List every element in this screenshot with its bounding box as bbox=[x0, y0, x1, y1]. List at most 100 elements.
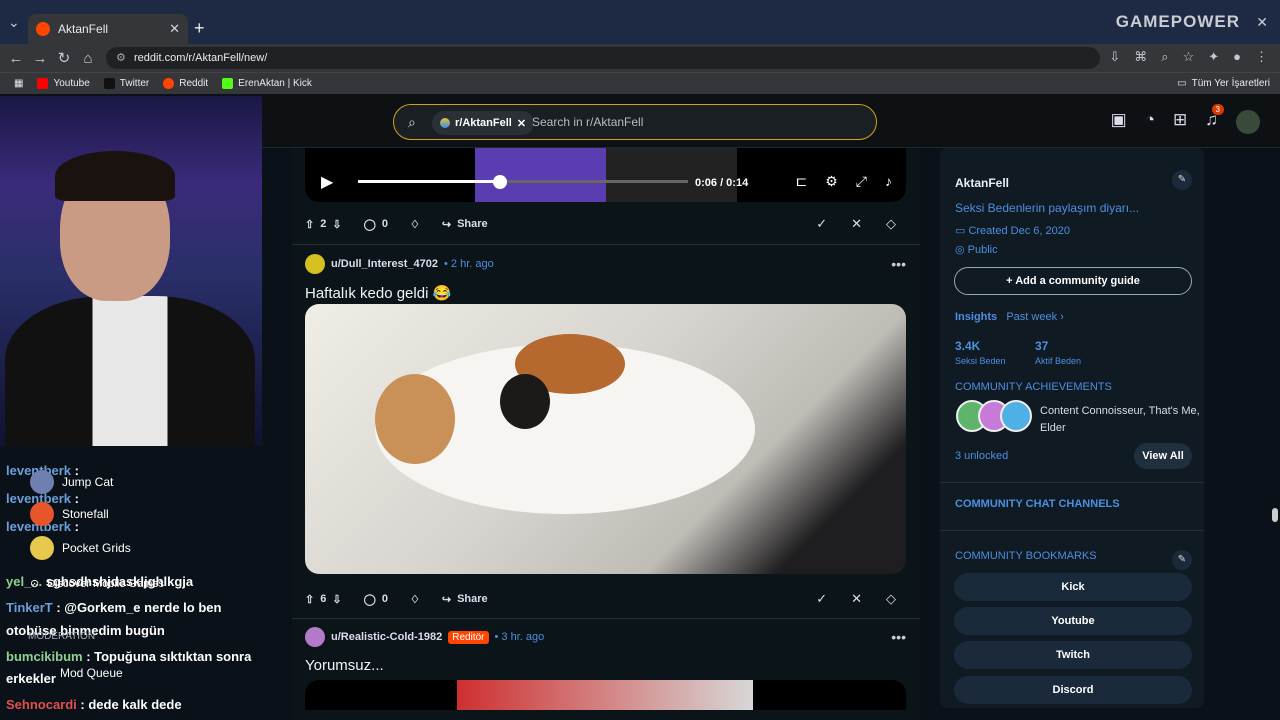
comments-button[interactable]: ◯ 0 bbox=[364, 218, 388, 231]
chat-channels-title[interactable]: COMMUNITY CHAT CHANNELS bbox=[955, 498, 1120, 510]
notifications-icon[interactable]: ♫ 3 bbox=[1205, 104, 1224, 134]
downvote-icon[interactable]: ⇩ bbox=[332, 593, 341, 606]
chip-close-icon[interactable]: ✕ bbox=[517, 117, 526, 130]
share-button[interactable]: ↪ Share bbox=[442, 593, 488, 606]
user-avatar[interactable] bbox=[305, 627, 325, 647]
url-field[interactable]: ⚙ reddit.com/r/AktanFell/new/ bbox=[106, 47, 1100, 69]
bookmark-star-icon[interactable]: ☆ bbox=[1183, 49, 1195, 65]
game-item-pocket-grids[interactable]: Pocket Grids bbox=[30, 536, 131, 560]
post-author[interactable]: u/Dull_Interest_4702 bbox=[331, 258, 438, 270]
forward-icon[interactable]: → bbox=[28, 50, 52, 67]
bookmark-reddit[interactable]: Reddit bbox=[163, 78, 208, 89]
members-label: Seksi Beden bbox=[955, 356, 1006, 366]
bookmark-youtube[interactable]: Youtube bbox=[37, 78, 90, 89]
edit-bookmarks-icon[interactable]: ✎ bbox=[1172, 550, 1192, 570]
reddit-favicon-icon bbox=[36, 22, 50, 36]
remove-icon[interactable]: ✕ bbox=[851, 216, 862, 232]
achievement-badges[interactable] bbox=[956, 400, 1036, 434]
post-3[interactable]: u/Realistic-Cold-1982 Reditör • 3 hr. ag… bbox=[305, 627, 906, 710]
bookmark-discord[interactable]: Discord bbox=[954, 676, 1192, 704]
bookmark-twitch[interactable]: Twitch bbox=[954, 641, 1192, 669]
bookmark-kick[interactable]: Kick bbox=[954, 573, 1192, 601]
post-age: • 2 hr. ago bbox=[444, 258, 494, 270]
tab-aktanfell[interactable]: AktanFell ✕ bbox=[28, 14, 188, 44]
fullscreen-icon[interactable]: ⤢ bbox=[856, 173, 867, 190]
post-title[interactable]: Haftalık kedo geldi 😂 bbox=[305, 284, 906, 302]
add-guide-button[interactable]: + Add a community guide bbox=[954, 267, 1192, 295]
menu-icon[interactable]: ⋮ bbox=[1255, 49, 1268, 65]
translate-icon[interactable]: ⌘ bbox=[1134, 49, 1147, 65]
award-button[interactable]: ♢ bbox=[410, 218, 420, 231]
install-icon[interactable]: ⇩ bbox=[1109, 49, 1120, 65]
mod-queue-item[interactable]: Mod Queue bbox=[60, 666, 123, 680]
search-input[interactable]: Search in r/AktanFell bbox=[532, 115, 643, 129]
award-icon: ♢ bbox=[410, 593, 420, 606]
game-item-stonefall[interactable]: Stonefall bbox=[30, 502, 109, 526]
site-info-icon[interactable]: ⚙ bbox=[116, 47, 126, 69]
settings-icon[interactable]: ⚙ bbox=[825, 173, 838, 190]
advertise-icon[interactable]: ▣ bbox=[1111, 110, 1127, 134]
approve-icon[interactable]: ✓ bbox=[816, 216, 827, 232]
page-scrollbar[interactable] bbox=[1272, 508, 1278, 522]
post-title[interactable]: Yorumsuz... bbox=[305, 657, 906, 674]
youtube-icon bbox=[37, 78, 49, 89]
search-icon: ⌕ bbox=[408, 114, 416, 130]
divider bbox=[292, 244, 920, 245]
share-button[interactable]: ↪ Share bbox=[442, 218, 488, 231]
extensions-icon[interactable]: ✦ bbox=[1208, 49, 1219, 65]
home-icon[interactable]: ⌂ bbox=[76, 50, 100, 67]
post-author[interactable]: u/Realistic-Cold-1982 bbox=[331, 631, 442, 643]
new-tab-button[interactable]: + bbox=[194, 18, 205, 39]
upvote-icon[interactable]: ⇧ bbox=[305, 218, 314, 231]
award-icon: ♢ bbox=[410, 218, 420, 231]
achievements-title: COMMUNITY ACHIEVEMENTS bbox=[955, 381, 1112, 393]
community-name: AktanFell bbox=[955, 176, 1010, 190]
video-progress-handle[interactable] bbox=[492, 175, 507, 189]
cat-image[interactable] bbox=[305, 304, 906, 574]
profile-icon[interactable]: ● bbox=[1233, 49, 1241, 65]
user-avatar[interactable] bbox=[305, 254, 325, 274]
webcam-shirt bbox=[5, 296, 255, 446]
period-selector[interactable]: Past week › bbox=[1006, 311, 1063, 323]
close-tab-icon[interactable]: ✕ bbox=[169, 21, 180, 37]
discover-games[interactable]: ⊙ Discover Mobile Games bbox=[30, 577, 164, 591]
post-1-actions: ⇧ 2 ⇩ ◯ 0 ♢ ↪ Share ✓ ✕ ◇ bbox=[305, 209, 906, 239]
more-options-icon[interactable]: ••• bbox=[891, 629, 906, 645]
subreddit-chip[interactable]: r/AktanFell ✕ bbox=[432, 111, 535, 135]
remove-icon[interactable]: ✕ bbox=[851, 591, 862, 607]
shield-icon[interactable]: ◇ bbox=[886, 591, 896, 607]
volume-icon[interactable]: ♪ bbox=[885, 173, 892, 190]
award-button[interactable]: ♢ bbox=[410, 593, 420, 606]
create-post-icon[interactable]: ⊞ bbox=[1173, 110, 1187, 134]
window-close-icon[interactable]: ✕ bbox=[1256, 14, 1268, 31]
chat-icon[interactable]: ◔ bbox=[1145, 110, 1155, 134]
bookmark-youtube[interactable]: Youtube bbox=[954, 607, 1192, 635]
video-progress-track[interactable] bbox=[358, 180, 688, 183]
game-item-jump-cat[interactable]: Jump Cat bbox=[30, 470, 113, 494]
comments-button[interactable]: ◯ 0 bbox=[364, 593, 388, 606]
edit-icon[interactable]: ✎ bbox=[1172, 170, 1192, 190]
search-bar[interactable]: ⌕ r/AktanFell ✕ Search in r/AktanFell bbox=[393, 104, 877, 140]
user-avatar[interactable] bbox=[1236, 110, 1260, 134]
video-player[interactable]: ▶ 0:06 / 0:14 ⊏ ⚙ ⤢ ♪ bbox=[305, 148, 906, 202]
community-sidebar: AktanFell ✎ Seksi Bedenlerin paylaşım di… bbox=[940, 148, 1204, 708]
downvote-icon[interactable]: ⇩ bbox=[332, 218, 341, 231]
post-2[interactable]: u/Dull_Interest_4702 • 2 hr. ago ••• Haf… bbox=[305, 254, 906, 574]
bookmark-kick[interactable]: ErenAktan | Kick bbox=[222, 78, 312, 89]
upvote-icon[interactable]: ⇧ bbox=[305, 593, 314, 606]
back-icon[interactable]: ← bbox=[4, 50, 28, 67]
post-3-media[interactable] bbox=[305, 680, 906, 710]
apps-icon[interactable]: ▦ bbox=[14, 78, 23, 89]
approve-icon[interactable]: ✓ bbox=[816, 591, 827, 607]
shield-icon[interactable]: ◇ bbox=[886, 216, 896, 232]
play-icon[interactable]: ▶ bbox=[321, 172, 333, 192]
unlocked-count: 3 unlocked bbox=[955, 450, 1009, 462]
all-bookmarks[interactable]: ▭ Tüm Yer İşaretleri bbox=[1177, 78, 1270, 89]
zoom-icon[interactable]: ⌕ bbox=[1161, 49, 1168, 65]
reload-icon[interactable]: ↻ bbox=[52, 49, 76, 67]
tab-search-icon[interactable]: ⌄ bbox=[8, 14, 20, 31]
more-options-icon[interactable]: ••• bbox=[891, 256, 906, 272]
view-all-button[interactable]: View All bbox=[1134, 443, 1192, 469]
captions-icon[interactable]: ⊏ bbox=[796, 173, 808, 190]
bookmark-twitter[interactable]: Twitter bbox=[103, 78, 149, 89]
